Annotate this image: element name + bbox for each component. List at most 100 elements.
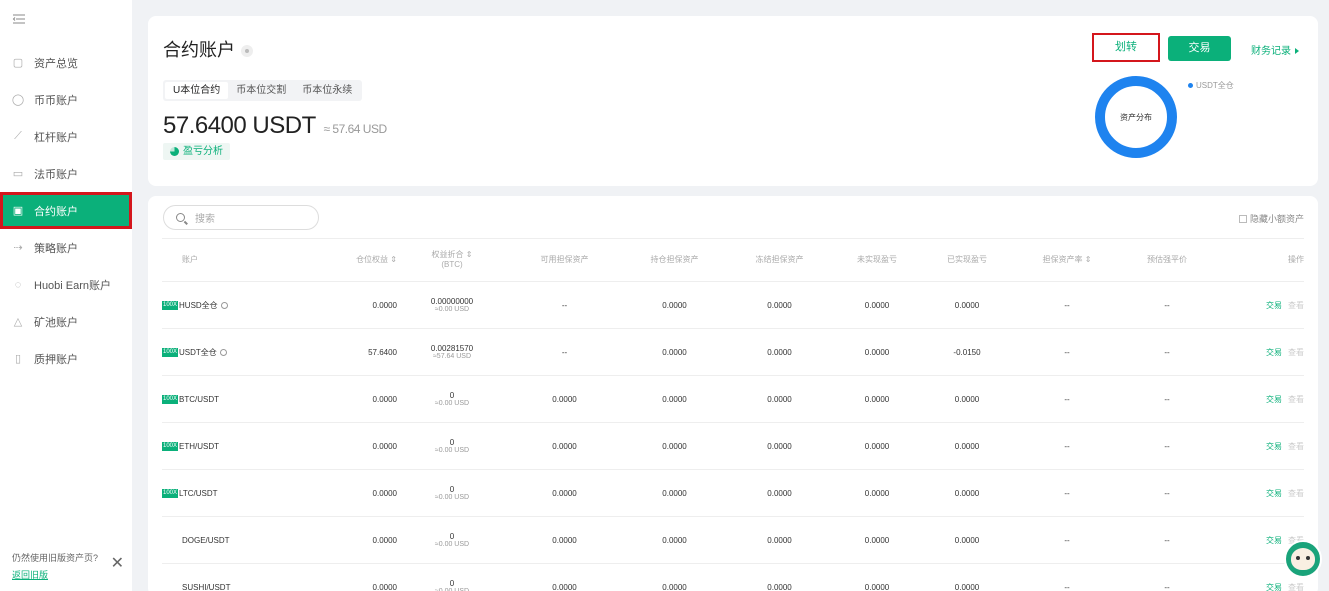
hide-small-assets-toggle[interactable]: 隐藏小额资产	[1238, 212, 1304, 225]
donut-legend: USDT全仓	[1188, 80, 1234, 91]
btc-value: 0	[449, 438, 455, 447]
view-link[interactable]: 查看	[1288, 347, 1304, 358]
btc-value-cell: 0≈0.00 USD	[397, 438, 507, 454]
actions-cell: 交易查看	[1212, 347, 1304, 358]
realized-pnl-cell: 0.0000	[954, 488, 980, 498]
checkbox[interactable]	[1238, 214, 1247, 223]
usd-value: ≈0.00 USD	[434, 541, 470, 548]
liquidation-price-cell: --	[1164, 582, 1170, 591]
trade-link[interactable]: 交易	[1266, 441, 1282, 452]
column-header-8[interactable]: 担保资产率 ⇕	[1012, 239, 1122, 281]
donut-label: 资产分布	[1120, 112, 1152, 122]
realized-pnl-cell: -0.0150	[953, 347, 981, 357]
close-icon[interactable]: ✕	[111, 553, 124, 573]
actions-cell: 交易查看	[1212, 488, 1304, 499]
earn-icon: ◌	[14, 278, 22, 291]
view-link[interactable]: 查看	[1288, 488, 1304, 499]
actions-cell: 交易查看	[1212, 394, 1304, 405]
account-name: SUSHI/USDT	[182, 582, 231, 591]
sidebar-item-label: Huobi Earn账户	[34, 279, 112, 292]
column-header-label: 未实现盈亏	[857, 255, 897, 264]
margin-rate-cell: --	[1064, 441, 1070, 451]
support-avatar[interactable]	[1284, 540, 1322, 578]
sidebar-item-3[interactable]: ▭ 法币账户	[0, 155, 132, 192]
sidebar-item-0[interactable]: ▢ 资产总览	[0, 44, 132, 81]
contract-icon: ▣	[12, 205, 24, 217]
view-link[interactable]: 查看	[1288, 441, 1304, 452]
trade-link[interactable]: 交易	[1266, 300, 1282, 311]
view-link[interactable]: 查看	[1288, 582, 1304, 591]
column-header-label: 冻结担保资产	[755, 255, 804, 264]
trade-link[interactable]: 交易	[1266, 394, 1282, 405]
account-name: HUSD全仓	[179, 300, 218, 310]
info-icon[interactable]	[219, 348, 227, 356]
sidebar-item-label: 质押账户	[34, 353, 78, 366]
tab-0[interactable]: U本位合约	[165, 82, 229, 99]
frozen-margin-cell: 0.0000	[767, 488, 792, 498]
sidebar-item-6[interactable]: ◌ Huobi Earn账户	[0, 266, 132, 303]
page-title-text: 合约账户	[163, 40, 235, 60]
search-icon	[176, 213, 185, 222]
column-header-label: 操作	[1288, 255, 1304, 264]
old-page-link[interactable]: 返回旧版	[12, 568, 48, 581]
legend-dot	[1188, 83, 1193, 88]
sidebar-item-2[interactable]: ⟋ 杠杆账户	[0, 118, 132, 155]
trade-link[interactable]: 交易	[1266, 347, 1282, 358]
sidebar-item-7[interactable]: △ 矿池账户	[0, 303, 132, 340]
position-margin-cell: 0.0000	[662, 535, 687, 545]
table-row: 100X BTC/USDT 0.0000 0 ≈0.00 USD 0.0000 0.0000…	[162, 376, 1304, 423]
menu-collapse-icon[interactable]	[12, 12, 26, 26]
eye-icon[interactable]	[241, 45, 253, 58]
available-margin-cell: --	[561, 300, 568, 310]
column-header-0: 账户	[162, 239, 312, 281]
available-margin-cell: 0.0000	[552, 441, 577, 451]
view-link[interactable]: 查看	[1288, 394, 1304, 405]
trade-link[interactable]: 交易	[1266, 488, 1282, 499]
sidebar-item-1[interactable]: ◯ 币币账户	[0, 81, 132, 118]
sidebar-item-4[interactable]: ▣ 合约账户	[0, 192, 132, 229]
btc-value: 0.00281570	[430, 344, 474, 353]
column-header-6: 未实现盈亏	[832, 239, 922, 281]
column-header-1[interactable]: 仓位权益 ⇕	[312, 239, 397, 281]
pnl-analysis-button[interactable]: 盈亏分析	[163, 143, 230, 160]
position-margin-cell: 0.0000	[662, 582, 687, 591]
position-margin-cell: 0.0000	[662, 347, 687, 357]
info-icon[interactable]	[220, 301, 228, 309]
sidebar-item-5[interactable]: ⇢ 策略账户	[0, 229, 132, 266]
column-header-10: 操作	[1212, 239, 1304, 281]
financial-records-link[interactable]: 财务记录	[1251, 42, 1299, 57]
trade-button[interactable]: 交易	[1168, 36, 1231, 61]
tab-1[interactable]: 币本位交割	[228, 82, 294, 99]
search-input[interactable]: 搜索	[163, 205, 319, 230]
leverage-badge: 100X	[162, 394, 179, 404]
unrealized-pnl-cell: 0.0000	[864, 300, 890, 310]
table-row: DOGE/USDT 0.0000 0 ≈0.00 USD 0.0000 0.0000 0.0…	[162, 517, 1304, 564]
tab-2[interactable]: 币本位永续	[294, 82, 360, 99]
transfer-button[interactable]: 划转	[1092, 33, 1160, 62]
column-header-2[interactable]: 权益折合 ⇕ (BTC)	[397, 239, 507, 281]
sidebar-item-label: 策略账户	[34, 242, 78, 255]
btc-value: 0	[449, 532, 455, 541]
table-body: 100X HUSD全仓 0.0000 0.00000000 ≈0.00 USD -- 0.0…	[162, 282, 1304, 591]
pie-chart-icon	[170, 147, 179, 156]
caret-right-icon	[1295, 48, 1299, 55]
equity-cell: 0.0000	[372, 535, 397, 545]
trade-link[interactable]: 交易	[1266, 582, 1282, 591]
margin-rate-cell: --	[1064, 300, 1070, 310]
sidebar-nav: ▢ 资产总览 ◯ 币币账户 ⟋ 杠杆账户 ▭ 法币账户 ▣ 合约账户 ⇢ 策略账户 ◌ Huobi Ear…	[0, 44, 132, 377]
account-cell: 100X USDT全仓	[162, 347, 312, 358]
column-header-label: 仓位权益 ⇕	[356, 255, 397, 264]
sidebar-item-label: 矿池账户	[34, 316, 78, 329]
hide-small-assets-label: 隐藏小额资产	[1249, 214, 1304, 224]
trade-link[interactable]: 交易	[1266, 535, 1282, 546]
view-link[interactable]: 查看	[1288, 300, 1304, 311]
position-margin-cell: 0.0000	[662, 300, 687, 310]
margin-rate-cell: --	[1064, 347, 1070, 357]
frozen-margin-cell: 0.0000	[767, 535, 792, 545]
equity-cell: 0.0000	[372, 582, 397, 591]
column-header-label: 已实现盈亏	[947, 255, 987, 264]
realized-pnl-cell: 0.0000	[954, 582, 980, 591]
unrealized-pnl-cell: 0.0000	[864, 347, 890, 357]
btc-value-cell: 0.00000000 ≈0.00 USD	[397, 297, 507, 313]
sidebar-item-8[interactable]: ▯ 质押账户	[0, 340, 132, 377]
